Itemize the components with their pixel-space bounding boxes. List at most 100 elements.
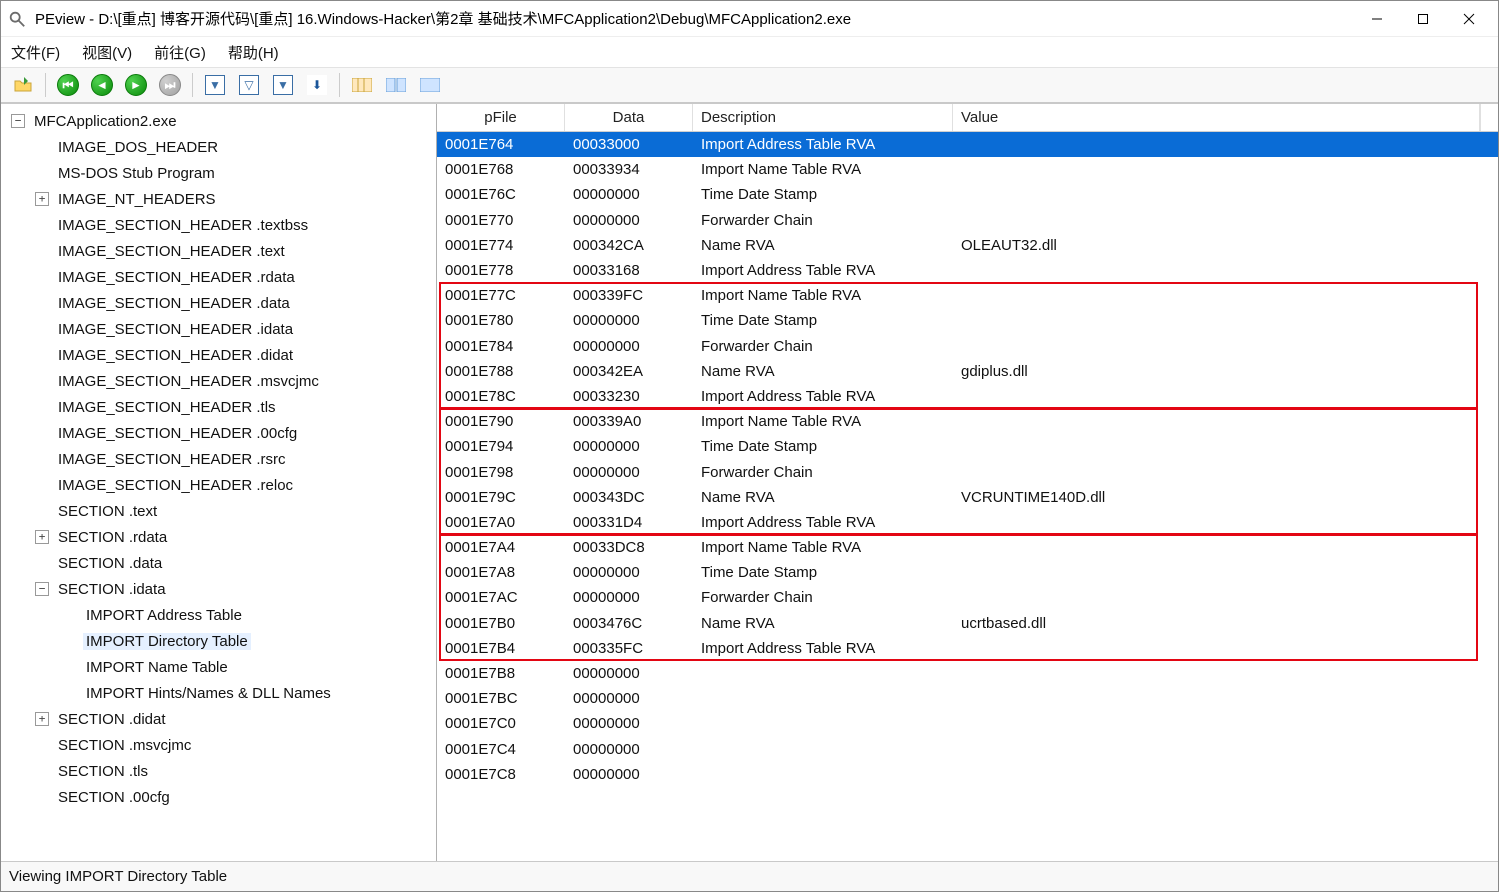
table-row[interactable]: 0001E774000342CAName RVAOLEAUT32.dll (437, 233, 1498, 258)
arrow-down-save-button[interactable]: ⬇ (303, 71, 331, 99)
table-row[interactable]: 0001E78C00033230Import Address Table RVA (437, 384, 1498, 409)
nav-prev-button[interactable]: ◄ (88, 71, 116, 99)
cell-data: 00000000 (565, 438, 693, 455)
tree-item[interactable]: +SECTION .rdata (5, 524, 436, 550)
nav-next-button[interactable]: ► (122, 71, 150, 99)
layout-1-button[interactable] (348, 71, 376, 99)
menu-help[interactable]: 帮助(H) (228, 42, 279, 63)
table-row[interactable]: 0001E76400033000Import Address Table RVA (437, 132, 1498, 157)
tree-item-label: SECTION .00cfg (55, 789, 173, 806)
tree-item[interactable]: IMAGE_SECTION_HEADER .rdata (5, 264, 436, 290)
table-row[interactable]: 0001E7C800000000 (437, 762, 1498, 787)
table-row[interactable]: 0001E77C000339FCImport Name Table RVA (437, 283, 1498, 308)
tree-item[interactable]: MS-DOS Stub Program (5, 160, 436, 186)
table-row[interactable]: 0001E7A400033DC8Import Name Table RVA (437, 535, 1498, 560)
cell-data: 00033000 (565, 136, 693, 153)
table-row[interactable]: 0001E7B00003476CName RVAucrtbased.dll (437, 611, 1498, 636)
expand-icon[interactable]: + (35, 712, 49, 726)
tree-item-label: SECTION .idata (55, 581, 169, 598)
tree-item[interactable]: +IMAGE_NT_HEADERS (5, 186, 436, 212)
table-row[interactable]: 0001E77800033168Import Address Table RVA (437, 258, 1498, 283)
tree-item[interactable]: SECTION .data (5, 550, 436, 576)
tree-item[interactable]: IMAGE_SECTION_HEADER .didat (5, 342, 436, 368)
table-row[interactable]: 0001E79800000000Forwarder Chain (437, 459, 1498, 484)
table-row[interactable]: 0001E7B4000335FCImport Address Table RVA (437, 636, 1498, 661)
table-row[interactable]: 0001E7B800000000 (437, 661, 1498, 686)
table-row[interactable]: 0001E788000342EAName RVAgdiplus.dll (437, 359, 1498, 384)
tree-item[interactable]: SECTION .msvcjmc (5, 732, 436, 758)
column-header-pfile[interactable]: pFile (437, 104, 565, 131)
toolbar-separator (45, 73, 46, 97)
collapse-icon[interactable]: − (11, 114, 25, 128)
table-row[interactable]: 0001E79400000000Time Date Stamp (437, 434, 1498, 459)
tree-item[interactable]: IMAGE_SECTION_HEADER .textbss (5, 212, 436, 238)
cell-pfile: 0001E7C8 (437, 766, 565, 783)
arrow-down-accent-button[interactable]: ▼ (269, 71, 297, 99)
tree-item[interactable]: IMAGE_SECTION_HEADER .reloc (5, 472, 436, 498)
tree-item[interactable]: IMAGE_SECTION_HEADER .00cfg (5, 420, 436, 446)
table-row[interactable]: 0001E76C00000000Time Date Stamp (437, 182, 1498, 207)
tree-item[interactable]: IMAGE_DOS_HEADER (5, 134, 436, 160)
statusbar: Viewing IMPORT Directory Table (1, 861, 1498, 891)
table-row[interactable]: 0001E78400000000Forwarder Chain (437, 334, 1498, 359)
maximize-button[interactable] (1400, 1, 1446, 36)
menu-view[interactable]: 视图(V) (82, 42, 132, 63)
close-button[interactable] (1446, 1, 1492, 36)
table-row[interactable]: 0001E7AC00000000Forwarder Chain (437, 585, 1498, 610)
tree-item[interactable]: IMPORT Hints/Names & DLL Names (5, 680, 436, 706)
menu-file[interactable]: 文件(F) (11, 42, 60, 63)
tree-item[interactable]: IMAGE_SECTION_HEADER .text (5, 238, 436, 264)
table-row[interactable]: 0001E79C000343DCName RVAVCRUNTIME140D.dl… (437, 485, 1498, 510)
tree-item[interactable]: IMAGE_SECTION_HEADER .data (5, 290, 436, 316)
layout-2-button[interactable] (382, 71, 410, 99)
tree-item[interactable]: IMPORT Name Table (5, 654, 436, 680)
tree-item[interactable]: +SECTION .didat (5, 706, 436, 732)
tree-root[interactable]: −MFCApplication2.exe (5, 108, 436, 134)
tree-leaf-icon (35, 556, 49, 570)
table-row[interactable]: 0001E78000000000Time Date Stamp (437, 308, 1498, 333)
table-row[interactable]: 0001E7C000000000 (437, 711, 1498, 736)
tree-item-label: IMAGE_SECTION_HEADER .msvcjmc (55, 373, 322, 390)
arrow-down-outline-button[interactable]: ▽ (235, 71, 263, 99)
table-row[interactable]: 0001E7C400000000 (437, 737, 1498, 762)
layout-3-button[interactable] (416, 71, 444, 99)
cell-data: 0003476C (565, 615, 693, 632)
table-row[interactable]: 0001E7A0000331D4Import Address Table RVA (437, 510, 1498, 535)
column-header-desc[interactable]: Description (693, 104, 953, 131)
table-row[interactable]: 0001E7A800000000Time Date Stamp (437, 560, 1498, 585)
cell-pfile: 0001E774 (437, 237, 565, 254)
tree-item[interactable]: SECTION .text (5, 498, 436, 524)
nav-first-button[interactable]: ⏮ (54, 71, 82, 99)
tree-item[interactable]: SECTION .00cfg (5, 784, 436, 810)
collapse-icon[interactable]: − (35, 582, 49, 596)
tree-item[interactable]: SECTION .tls (5, 758, 436, 784)
table-row[interactable]: 0001E7BC00000000 (437, 686, 1498, 711)
tree-item[interactable]: IMAGE_SECTION_HEADER .msvcjmc (5, 368, 436, 394)
cell-data: 00000000 (565, 338, 693, 355)
expand-icon[interactable]: + (35, 530, 49, 544)
tree-item-label: IMAGE_SECTION_HEADER .rdata (55, 269, 298, 286)
menu-goto[interactable]: 前往(G) (154, 42, 206, 63)
tree-item[interactable]: IMAGE_SECTION_HEADER .idata (5, 316, 436, 342)
tree-scroll[interactable]: −MFCApplication2.exeIMAGE_DOS_HEADERMS-D… (1, 104, 436, 861)
open-file-button[interactable] (9, 71, 37, 99)
tree-item[interactable]: IMPORT Directory Table (5, 628, 436, 654)
tree-item[interactable]: −SECTION .idata (5, 576, 436, 602)
grid-body[interactable]: 0001E76400033000Import Address Table RVA… (437, 132, 1498, 861)
arrow-down-blue-button[interactable]: ▼ (201, 71, 229, 99)
nav-last-button[interactable]: ⏭ (156, 71, 184, 99)
tree-item[interactable]: IMAGE_SECTION_HEADER .rsrc (5, 446, 436, 472)
table-row[interactable]: 0001E77000000000Forwarder Chain (437, 208, 1498, 233)
tree-item[interactable]: IMAGE_SECTION_HEADER .tls (5, 394, 436, 420)
tree-leaf-icon (35, 400, 49, 414)
cell-desc: Forwarder Chain (693, 212, 953, 229)
minimize-button[interactable] (1354, 1, 1400, 36)
expand-icon[interactable]: + (35, 192, 49, 206)
table-row[interactable]: 0001E76800033934Import Name Table RVA (437, 157, 1498, 182)
table-row[interactable]: 0001E790000339A0Import Name Table RVA (437, 409, 1498, 434)
tree-leaf-icon (35, 348, 49, 362)
column-header-data[interactable]: Data (565, 104, 693, 131)
cell-pfile: 0001E78C (437, 388, 565, 405)
tree-item[interactable]: IMPORT Address Table (5, 602, 436, 628)
column-header-value[interactable]: Value (953, 104, 1480, 131)
